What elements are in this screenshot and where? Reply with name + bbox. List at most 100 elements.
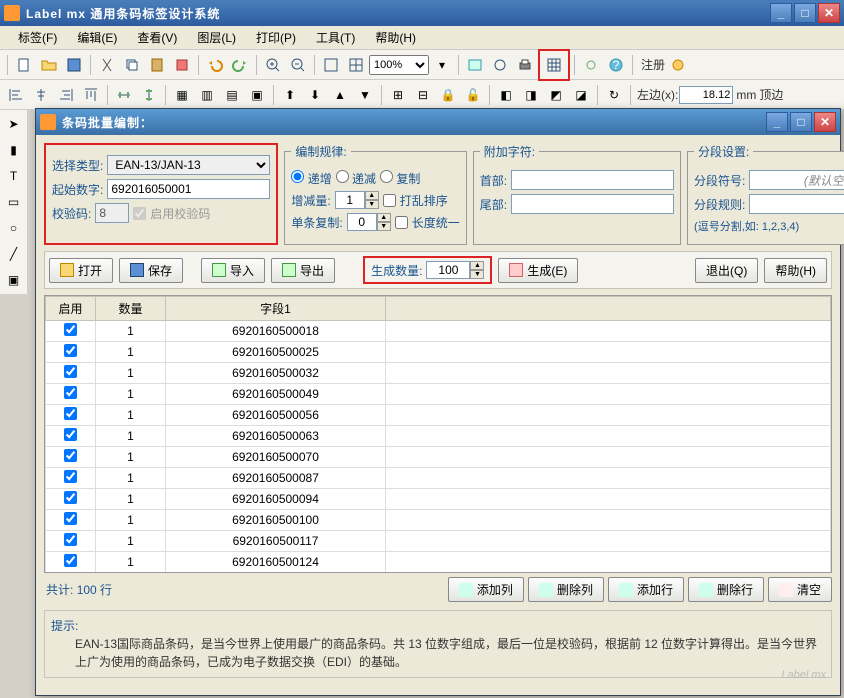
extra1-icon[interactable]: ◧ <box>494 83 518 107</box>
row-enable-checkbox[interactable] <box>64 428 77 441</box>
batch-generate-icon[interactable] <box>542 53 566 77</box>
row-f1[interactable]: 6920160500094 <box>166 489 386 510</box>
gen-count-input[interactable] <box>426 261 470 279</box>
layer-up-icon[interactable]: ▲ <box>328 83 352 107</box>
row-enable-checkbox[interactable] <box>64 512 77 525</box>
ellipse-tool-icon[interactable]: ○ <box>2 216 26 240</box>
preview1-icon[interactable] <box>463 53 487 77</box>
settings-icon[interactable] <box>579 53 603 77</box>
help-button[interactable]: 帮助(H) <box>764 258 827 283</box>
save-button[interactable]: 保存 <box>119 258 183 283</box>
tool-c-icon[interactable]: ▤ <box>220 83 244 107</box>
radio-copy[interactable] <box>380 170 393 183</box>
table-row[interactable]: 16920160500087 <box>46 468 831 489</box>
undo-icon[interactable] <box>203 53 227 77</box>
row-qty[interactable]: 1 <box>96 363 166 384</box>
gen-count-down-icon[interactable]: ▼ <box>470 270 484 279</box>
table-row[interactable]: 16920160500117 <box>46 531 831 552</box>
repeat-up-icon[interactable]: ▲ <box>377 213 391 222</box>
table-row[interactable]: 16920160500018 <box>46 321 831 342</box>
prefix-input[interactable] <box>511 170 674 190</box>
text-tool-icon[interactable]: T <box>2 164 26 188</box>
row-qty[interactable]: 1 <box>96 489 166 510</box>
row-qty[interactable]: 1 <box>96 384 166 405</box>
table-row[interactable]: 16920160500070 <box>46 447 831 468</box>
type-select[interactable]: EAN-13/JAN-13 <box>107 155 270 175</box>
group-icon[interactable]: ⊞ <box>386 83 410 107</box>
dialog-minimize-button[interactable]: _ <box>766 112 788 132</box>
table-row[interactable]: 16920160500063 <box>46 426 831 447</box>
register-icon[interactable] <box>666 53 690 77</box>
distrib-v-icon[interactable] <box>137 83 161 107</box>
radio-dec[interactable] <box>336 170 349 183</box>
step-input[interactable] <box>335 191 365 209</box>
align-left-icon[interactable] <box>4 83 28 107</box>
row-enable-checkbox[interactable] <box>64 323 77 336</box>
table-row[interactable]: 16920160500032 <box>46 363 831 384</box>
clear-button[interactable]: 清空 <box>768 577 832 602</box>
menu-view[interactable]: 查看(V) <box>127 27 187 48</box>
shuffle-checkbox[interactable] <box>383 194 396 207</box>
unlock-icon[interactable]: 🔓 <box>461 83 485 107</box>
row-f1[interactable]: 6920160500049 <box>166 384 386 405</box>
dialog-maximize-button[interactable]: □ <box>790 112 812 132</box>
del-row-button[interactable]: 删除行 <box>688 577 764 602</box>
row-qty[interactable]: 1 <box>96 552 166 573</box>
zoom-dropdown-icon[interactable]: ▾ <box>430 53 454 77</box>
menu-help[interactable]: 帮助(H) <box>365 27 426 48</box>
tool-a-icon[interactable]: ▦ <box>170 83 194 107</box>
row-f1[interactable]: 6920160500025 <box>166 342 386 363</box>
row-enable-checkbox[interactable] <box>64 344 77 357</box>
th-qty[interactable]: 数量 <box>96 297 166 321</box>
extra3-icon[interactable]: ◩ <box>544 83 568 107</box>
copy-icon[interactable] <box>120 53 144 77</box>
row-f1[interactable]: 6920160500124 <box>166 552 386 573</box>
zoom-in-icon[interactable] <box>261 53 285 77</box>
seg-rule-input[interactable] <box>749 194 844 214</box>
save-icon[interactable] <box>62 53 86 77</box>
row-enable-checkbox[interactable] <box>64 365 77 378</box>
row-enable-checkbox[interactable] <box>64 533 77 546</box>
suffix-input[interactable] <box>511 194 674 214</box>
row-f1[interactable]: 6920160500070 <box>166 447 386 468</box>
new-icon[interactable] <box>12 53 36 77</box>
pointer-tool-icon[interactable]: ➤ <box>2 112 26 136</box>
open-button[interactable]: 打开 <box>49 258 113 283</box>
row-enable-checkbox[interactable] <box>64 554 77 567</box>
import-button[interactable]: 导入 <box>201 258 265 283</box>
th-f1[interactable]: 字段1 <box>166 297 386 321</box>
table-row[interactable]: 16920160500100 <box>46 510 831 531</box>
redo-icon[interactable] <box>228 53 252 77</box>
del-col-button[interactable]: 删除列 <box>528 577 604 602</box>
layer-front-icon[interactable]: ⬆ <box>278 83 302 107</box>
extra2-icon[interactable]: ◨ <box>519 83 543 107</box>
repeat-input[interactable] <box>347 213 377 231</box>
zoom-select[interactable]: 100% <box>369 55 429 75</box>
align-right-icon[interactable] <box>54 83 78 107</box>
image-tool-icon[interactable]: ▣ <box>2 268 26 292</box>
table-row[interactable]: 16920160500094 <box>46 489 831 510</box>
row-qty[interactable]: 1 <box>96 468 166 489</box>
row-f1[interactable]: 6920160500018 <box>166 321 386 342</box>
add-col-button[interactable]: 添加列 <box>448 577 524 602</box>
step-up-icon[interactable]: ▲ <box>365 191 379 200</box>
tool-d-icon[interactable]: ▣ <box>245 83 269 107</box>
cut-icon[interactable] <box>95 53 119 77</box>
row-f1[interactable]: 6920160500032 <box>166 363 386 384</box>
symbol-input[interactable] <box>749 170 844 190</box>
row-qty[interactable]: 1 <box>96 531 166 552</box>
row-qty[interactable]: 1 <box>96 510 166 531</box>
menu-file[interactable]: 标签(F) <box>8 27 67 48</box>
row-enable-checkbox[interactable] <box>64 407 77 420</box>
row-qty[interactable]: 1 <box>96 321 166 342</box>
register-label[interactable]: 注册 <box>641 56 665 73</box>
row-f1[interactable]: 6920160500063 <box>166 426 386 447</box>
radio-inc[interactable] <box>291 170 304 183</box>
export-button[interactable]: 导出 <box>271 258 335 283</box>
start-input[interactable] <box>107 179 270 199</box>
grid2-icon[interactable] <box>344 53 368 77</box>
row-enable-checkbox[interactable] <box>64 386 77 399</box>
zoom-out-icon[interactable] <box>286 53 310 77</box>
step-down-icon[interactable]: ▼ <box>365 200 379 209</box>
row-f1[interactable]: 6920160500100 <box>166 510 386 531</box>
